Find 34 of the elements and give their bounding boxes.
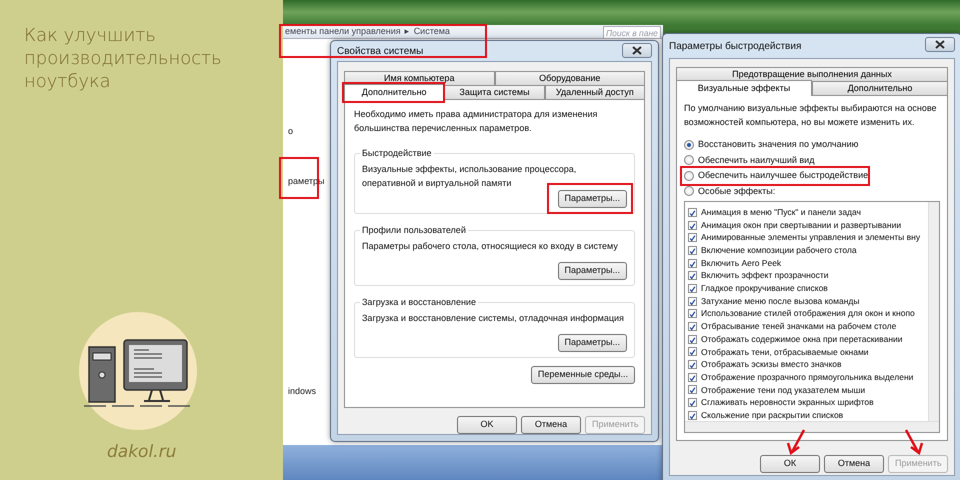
effect-label: Скольжение при раскрытии списков: [701, 408, 844, 422]
window-title: Параметры быстродействия: [669, 40, 802, 54]
option-label: Восстановить значения по умолчанию: [698, 138, 858, 151]
effect-label: Анимация в меню "Пуск" и панели задач: [701, 206, 861, 219]
option-label: Особые эффекты:: [698, 184, 776, 198]
option-label: Обеспечить наилучший вид: [698, 154, 814, 167]
window-title: Свойства системы: [337, 44, 424, 58]
group-title: Профили пользователей: [360, 224, 468, 238]
effect-label: Затухание меню после вызова команды: [701, 294, 860, 308]
effect-label: Отображать эскизы вместо значков: [701, 358, 842, 371]
description-text: По умолчанию визуальные эффекты выбираются на основе возможностей компьютера, но вы можете изменить их.: [684, 102, 938, 129]
effect-label: Гладкое прокручивание списков: [701, 282, 828, 295]
effect-label: Отбрасывание теней значками на рабочем столе: [701, 320, 896, 333]
group-title: Загрузка и восстановление: [360, 296, 478, 310]
group-title: Быстродействие: [360, 147, 434, 160]
site-name: dakol.ru: [107, 441, 176, 464]
effect-label: Использование стилей отображения для окон и кнопо: [701, 307, 915, 320]
group-text: Загрузка и восстановление системы, отладочная информация: [362, 312, 625, 325]
effect-label: Отображать содержимое окна при перетаскивании: [701, 332, 903, 346]
article-title: Как улучшить производительность ноутбука: [24, 24, 223, 93]
effect-label: Отображение прозрачного прямоугольника выделени: [701, 370, 914, 384]
effect-label: Сглаживать неровности экранных шрифтов: [701, 396, 874, 410]
effect-label: Включить Aero Peek: [701, 256, 782, 270]
effect-label: Включение композиции рабочего стола: [701, 244, 857, 257]
effect-label: Отображение тени под указателем мыши: [701, 384, 866, 396]
effect-label: Включить эффект прозрачности: [701, 269, 828, 282]
breadcrumb-separator: ▸: [404, 24, 410, 38]
effect-label: Анимация окон при свертывании и развертывании: [701, 218, 902, 232]
option-label: Обеспечить наилучшее быстродействие: [698, 169, 868, 182]
group-text: Визуальные эффекты, использование процессора, оперативной и виртуальной памяти: [362, 163, 578, 190]
group-text: Параметры рабочего стола, относящиеся ко входу в систему: [362, 240, 619, 253]
note-text: Необходимо иметь права администратора для изменения большинства перечисленных параметров.: [354, 108, 598, 135]
effect-label: Отображать тени, отбрасываемые окнами: [701, 346, 869, 358]
effect-label: Анимированные элементы управления и элементы вну: [701, 231, 920, 244]
